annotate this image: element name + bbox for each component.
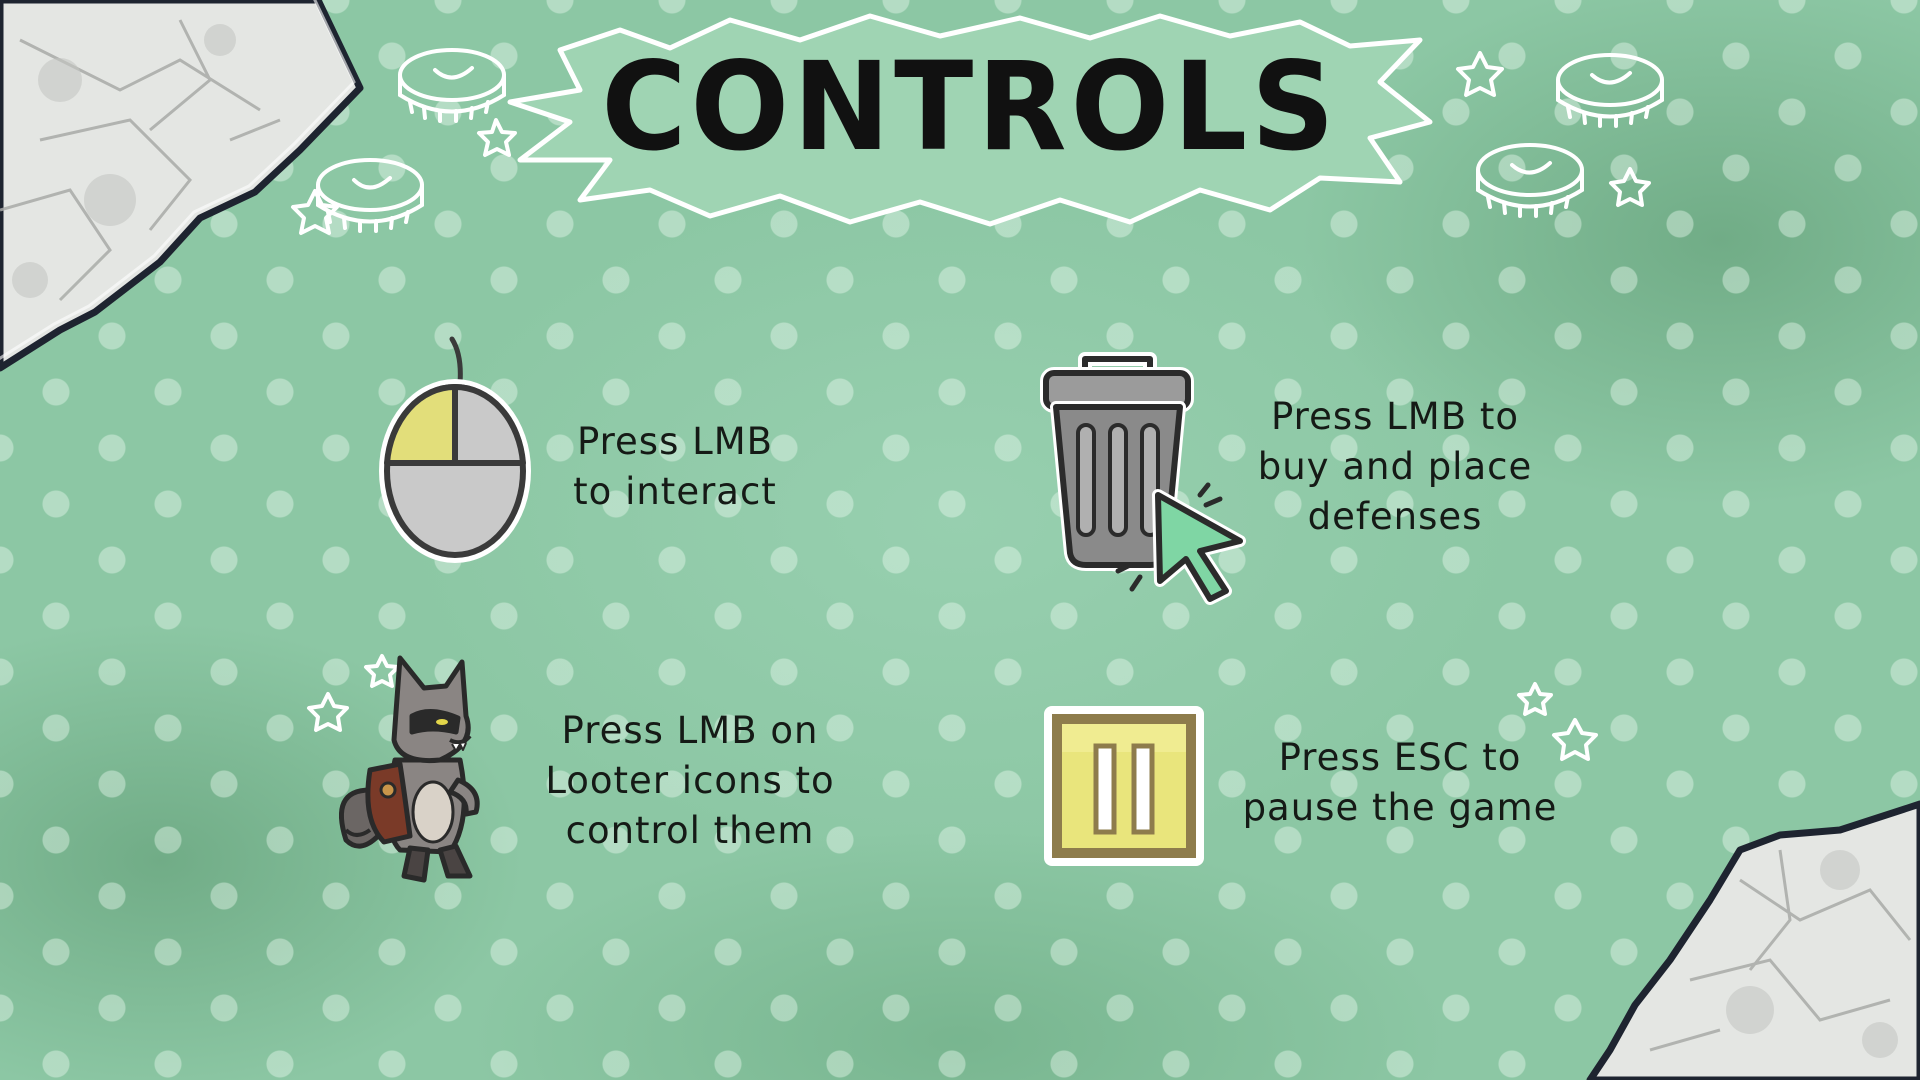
title-banner: CONTROLS: [500, 10, 1440, 230]
control-label-line: Looter icons to: [545, 759, 835, 802]
control-label-line: buy and place: [1257, 445, 1533, 488]
crumpled-paper-corner-bottom-right: [1586, 800, 1920, 1080]
controls-screen: CONTROLS Press LMB to interact Press LMB…: [0, 0, 1920, 1080]
control-label-pause: Press ESC to pause the game: [1235, 733, 1565, 833]
control-label-interact: Press LMB to interact: [540, 417, 810, 517]
control-label-control-looters: Press LMB on Looter icons to control the…: [520, 706, 860, 856]
control-label-line: defenses: [1307, 495, 1483, 538]
control-label-line: control them: [565, 809, 815, 852]
control-label-line: pause the game: [1242, 786, 1558, 829]
control-label-buy-place: Press LMB to buy and place defenses: [1240, 392, 1550, 542]
control-label-line: to interact: [573, 470, 777, 513]
raccoon-looter-icon: [307, 654, 480, 883]
control-label-line: Press ESC to: [1278, 736, 1522, 779]
pause-icon: [1044, 706, 1204, 866]
mouse-icon: [379, 336, 531, 563]
control-label-line: Press LMB on: [561, 709, 819, 752]
control-label-line: Press LMB: [576, 420, 774, 463]
control-label-line: Press LMB to: [1271, 395, 1519, 438]
star-doodle: [291, 189, 339, 235]
page-title: CONTROLS: [601, 36, 1339, 179]
trash-can-cursor-icon: [1040, 352, 1246, 605]
star-doodle: [1609, 167, 1651, 207]
